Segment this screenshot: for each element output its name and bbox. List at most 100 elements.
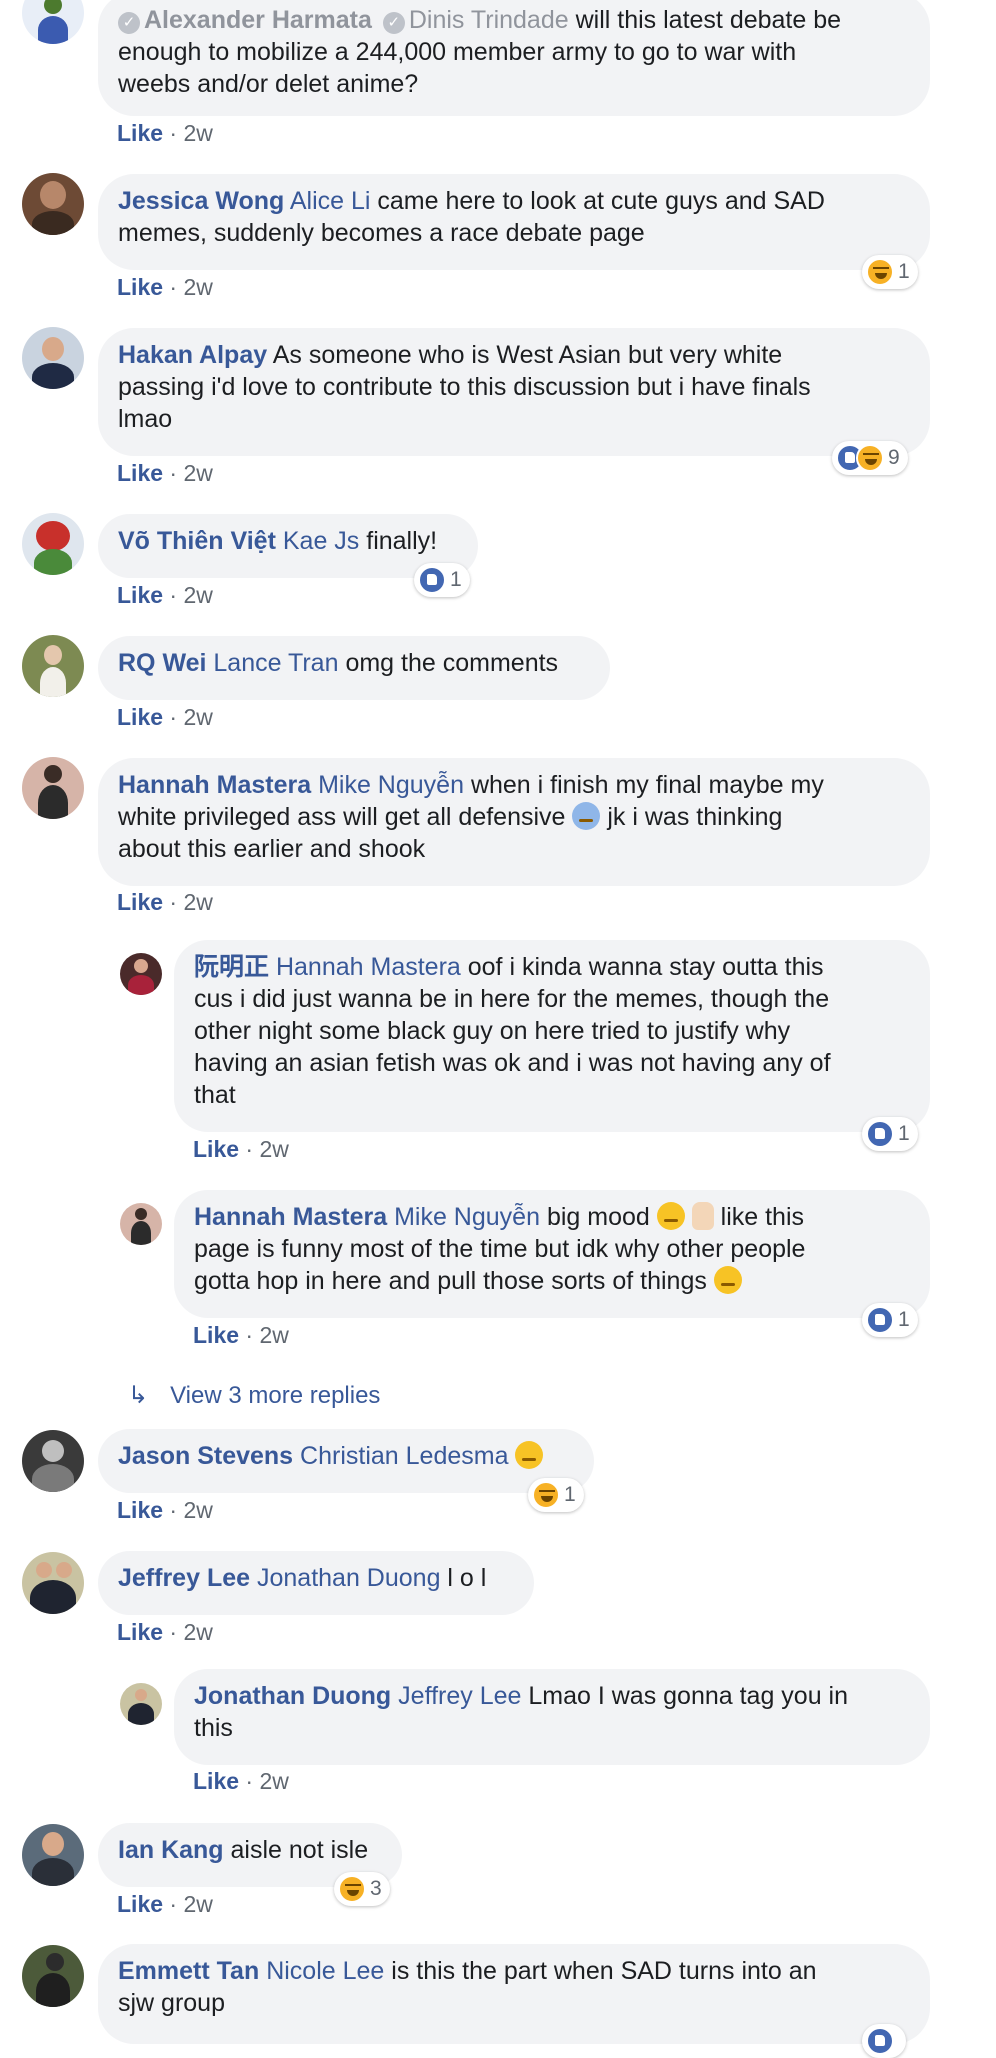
comment-bubble: Jessica Wong Alice Li came here to look … bbox=[98, 174, 930, 270]
like-button[interactable]: Like bbox=[117, 582, 163, 608]
comment-author[interactable]: Emmett Tan bbox=[118, 1957, 259, 1985]
reaction-summary[interactable]: 1 bbox=[862, 1303, 918, 1337]
haha-icon bbox=[338, 1875, 366, 1903]
separator: · bbox=[169, 582, 178, 608]
avatar[interactable] bbox=[22, 513, 84, 575]
comment-author[interactable]: Jonathan Duong bbox=[194, 1682, 391, 1710]
comment-mention[interactable]: Jeffrey Lee bbox=[398, 1682, 521, 1710]
reaction-count: 1 bbox=[564, 1483, 576, 1506]
timestamp[interactable]: 2w bbox=[183, 274, 212, 300]
like-button[interactable]: Like bbox=[117, 274, 163, 300]
avatar[interactable] bbox=[120, 953, 162, 995]
rolling-eyes-emoji-icon bbox=[515, 1441, 544, 1469]
comment-author[interactable]: Jeffrey Lee bbox=[118, 1564, 250, 1592]
view-more-replies-link[interactable]: ↳ View 3 more replies bbox=[128, 1381, 380, 1410]
reaction-count: 1 bbox=[898, 260, 910, 283]
like-button[interactable]: Like bbox=[117, 120, 163, 146]
comment-meta: Like · 2w bbox=[117, 889, 213, 916]
timestamp[interactable]: 2w bbox=[183, 120, 212, 146]
comment-mention[interactable]: Alice Li bbox=[290, 187, 371, 215]
comment-author[interactable]: Jessica Wong bbox=[118, 187, 284, 215]
reaction-summary[interactable]: 9 bbox=[832, 441, 908, 475]
timestamp[interactable]: 2w bbox=[183, 1619, 212, 1645]
reaction-summary[interactable]: 3 bbox=[334, 1872, 390, 1906]
reaction-summary[interactable]: 1 bbox=[414, 563, 470, 597]
reaction-summary[interactable] bbox=[862, 2024, 906, 2058]
timestamp[interactable]: 2w bbox=[259, 1322, 288, 1348]
avatar[interactable] bbox=[22, 327, 84, 389]
avatar[interactable] bbox=[22, 757, 84, 819]
separator: · bbox=[245, 1768, 254, 1794]
timestamp[interactable]: 2w bbox=[183, 1891, 212, 1917]
comment-text: this bbox=[194, 1714, 233, 1742]
separator: · bbox=[169, 889, 178, 915]
comment-text: sjw group bbox=[118, 1989, 225, 2017]
comment-author[interactable]: RQ Wei bbox=[118, 649, 206, 677]
comment-text: that bbox=[194, 1081, 236, 1109]
comment-author[interactable]: 阮明正 bbox=[194, 953, 269, 981]
reaction-summary[interactable]: 1 bbox=[862, 255, 918, 289]
like-button[interactable]: Like bbox=[117, 1619, 163, 1645]
reply-arrow-icon: ↳ bbox=[128, 1382, 149, 1409]
comment-author[interactable]: Hannah Mastera bbox=[118, 771, 311, 799]
comment-author[interactable]: Hannah Mastera bbox=[194, 1203, 387, 1231]
avatar[interactable] bbox=[120, 1203, 162, 1245]
comment-mention[interactable]: Kae Js bbox=[283, 527, 359, 555]
avatar[interactable] bbox=[22, 635, 84, 697]
haha-icon bbox=[532, 1481, 560, 1509]
comment-bubble: Hannah Mastera Mike Nguyễn when i finish… bbox=[98, 758, 930, 886]
comment-meta: Like · 2w bbox=[193, 1136, 289, 1163]
comment-mention[interactable]: Lance Tran bbox=[213, 649, 338, 677]
comment-author[interactable]: Jason Stevens bbox=[118, 1442, 293, 1470]
separator: · bbox=[169, 1891, 178, 1917]
comment-mention[interactable]: Mike Nguyễn bbox=[318, 771, 464, 799]
reply-bubble: Jonathan Duong Jeffrey Lee Lmao I was go… bbox=[174, 1669, 930, 1765]
avatar[interactable] bbox=[22, 1945, 84, 2007]
timestamp[interactable]: 2w bbox=[259, 1768, 288, 1794]
timestamp[interactable]: 2w bbox=[259, 1136, 288, 1162]
comment-text: when i finish my final maybe my bbox=[470, 771, 824, 799]
comment-mention[interactable]: Jonathan Duong bbox=[257, 1564, 440, 1592]
comment-text: is this the part when SAD turns into an bbox=[391, 1957, 817, 1985]
disappointed-emoji-icon bbox=[713, 1266, 742, 1294]
relieved-emoji-icon bbox=[656, 1202, 685, 1230]
like-button[interactable]: Like bbox=[193, 1322, 239, 1348]
like-button[interactable]: Like bbox=[117, 704, 163, 730]
avatar[interactable] bbox=[120, 1683, 162, 1725]
comment-mention[interactable]: Hannah Mastera bbox=[276, 953, 461, 981]
timestamp[interactable]: 2w bbox=[183, 704, 212, 730]
comment-mention[interactable]: Nicole Lee bbox=[266, 1957, 384, 1985]
reaction-summary[interactable]: 1 bbox=[528, 1478, 584, 1512]
comment-author[interactable]: Hakan Alpay bbox=[118, 341, 267, 369]
avatar[interactable] bbox=[22, 1824, 84, 1886]
avatar[interactable] bbox=[22, 0, 84, 44]
comment-text: passing i'd love to contribute to this d… bbox=[118, 373, 811, 401]
comment-author[interactable]: Võ Thiên Việt bbox=[118, 527, 276, 555]
reaction-count: 1 bbox=[898, 1308, 910, 1331]
comment-mention[interactable]: Dinis Trindade bbox=[409, 6, 569, 34]
comment-author[interactable]: Ian Kang bbox=[118, 1836, 224, 1864]
like-button[interactable]: Like bbox=[117, 1891, 163, 1917]
comment-mention[interactable]: Mike Nguyễn bbox=[394, 1203, 540, 1231]
comment-meta: Like · 2w bbox=[117, 1619, 213, 1646]
comment-mention[interactable]: Christian Ledesma bbox=[300, 1442, 508, 1470]
avatar[interactable] bbox=[22, 1430, 84, 1492]
timestamp[interactable]: 2w bbox=[183, 582, 212, 608]
like-button[interactable]: Like bbox=[193, 1768, 239, 1794]
like-button[interactable]: Like bbox=[117, 1497, 163, 1523]
like-button[interactable]: Like bbox=[193, 1136, 239, 1162]
timestamp[interactable]: 2w bbox=[183, 1497, 212, 1523]
timestamp[interactable]: 2w bbox=[183, 889, 212, 915]
avatar[interactable] bbox=[22, 173, 84, 235]
separator: · bbox=[245, 1136, 254, 1162]
timestamp[interactable]: 2w bbox=[183, 460, 212, 486]
avatar[interactable] bbox=[22, 1552, 84, 1614]
reaction-summary[interactable]: 1 bbox=[862, 1117, 918, 1151]
comment-text: l o l bbox=[447, 1564, 487, 1592]
comment-text: big mood bbox=[546, 1203, 650, 1231]
reply-bubble: Hannah Mastera Mike Nguyễn big mood like… bbox=[174, 1190, 930, 1318]
like-button[interactable]: Like bbox=[117, 889, 163, 915]
comment-author[interactable]: Alexander Harmata bbox=[144, 6, 372, 34]
comment-bubble: Emmett Tan Nicole Lee is this the part w… bbox=[98, 1944, 930, 2044]
like-button[interactable]: Like bbox=[117, 460, 163, 486]
